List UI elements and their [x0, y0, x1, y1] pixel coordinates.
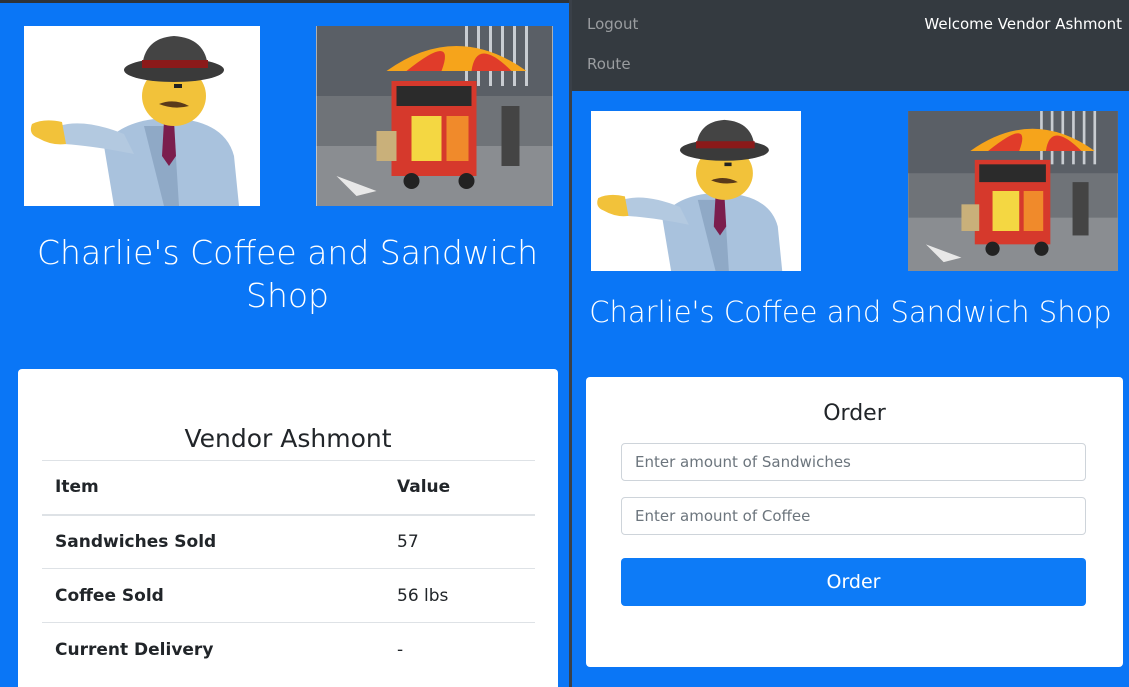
row-value: 56 lbs — [384, 568, 535, 623]
coffee-amount-input[interactable] — [621, 497, 1086, 535]
sandwich-amount-input[interactable] — [621, 443, 1086, 481]
mascot-image — [591, 111, 801, 271]
vendor-card: Vendor Ashmont Item Value Sandwiches Sol… — [18, 369, 558, 687]
logout-link[interactable]: Logout — [587, 15, 638, 33]
vendor-stats-table: Item Value Sandwiches Sold 57 Coffee Sol… — [42, 460, 535, 677]
vendor-title: Vendor Ashmont — [184, 424, 392, 453]
food-cart-image — [316, 26, 553, 206]
welcome-text: Welcome Vendor Ashmont — [924, 15, 1122, 33]
route-link[interactable]: Route — [587, 55, 631, 73]
table-row: Current Delivery - — [42, 622, 535, 677]
table-row: Sandwiches Sold 57 — [42, 514, 535, 569]
shop-title: Charlie's Coffee and Sandwich Shop — [589, 295, 1112, 329]
order-title: Order — [823, 401, 886, 426]
column-header-value: Value — [384, 460, 535, 516]
column-header-item: Item — [42, 460, 384, 516]
table-header-row: Item Value — [42, 460, 535, 516]
order-panel: Logout Route Welcome Vendor Ashmont Char… — [572, 0, 1129, 687]
row-label: Sandwiches Sold — [42, 514, 384, 569]
order-button[interactable]: Order — [621, 558, 1086, 606]
row-label: Current Delivery — [42, 622, 384, 677]
mascot-image — [24, 26, 260, 206]
row-label: Coffee Sold — [42, 568, 384, 623]
food-cart-image — [908, 111, 1118, 271]
navbar: Logout Route Welcome Vendor Ashmont — [572, 0, 1129, 91]
table-row: Coffee Sold 56 lbs — [42, 568, 535, 623]
shop-title: Charlie's Coffee and Sandwich Shop — [36, 233, 539, 315]
vendor-dashboard-panel: Charlie's Coffee and Sandwich Shop Vendo… — [0, 0, 569, 687]
order-card: Order Order — [586, 377, 1123, 667]
row-value: - — [384, 622, 535, 677]
row-value: 57 — [384, 514, 535, 569]
